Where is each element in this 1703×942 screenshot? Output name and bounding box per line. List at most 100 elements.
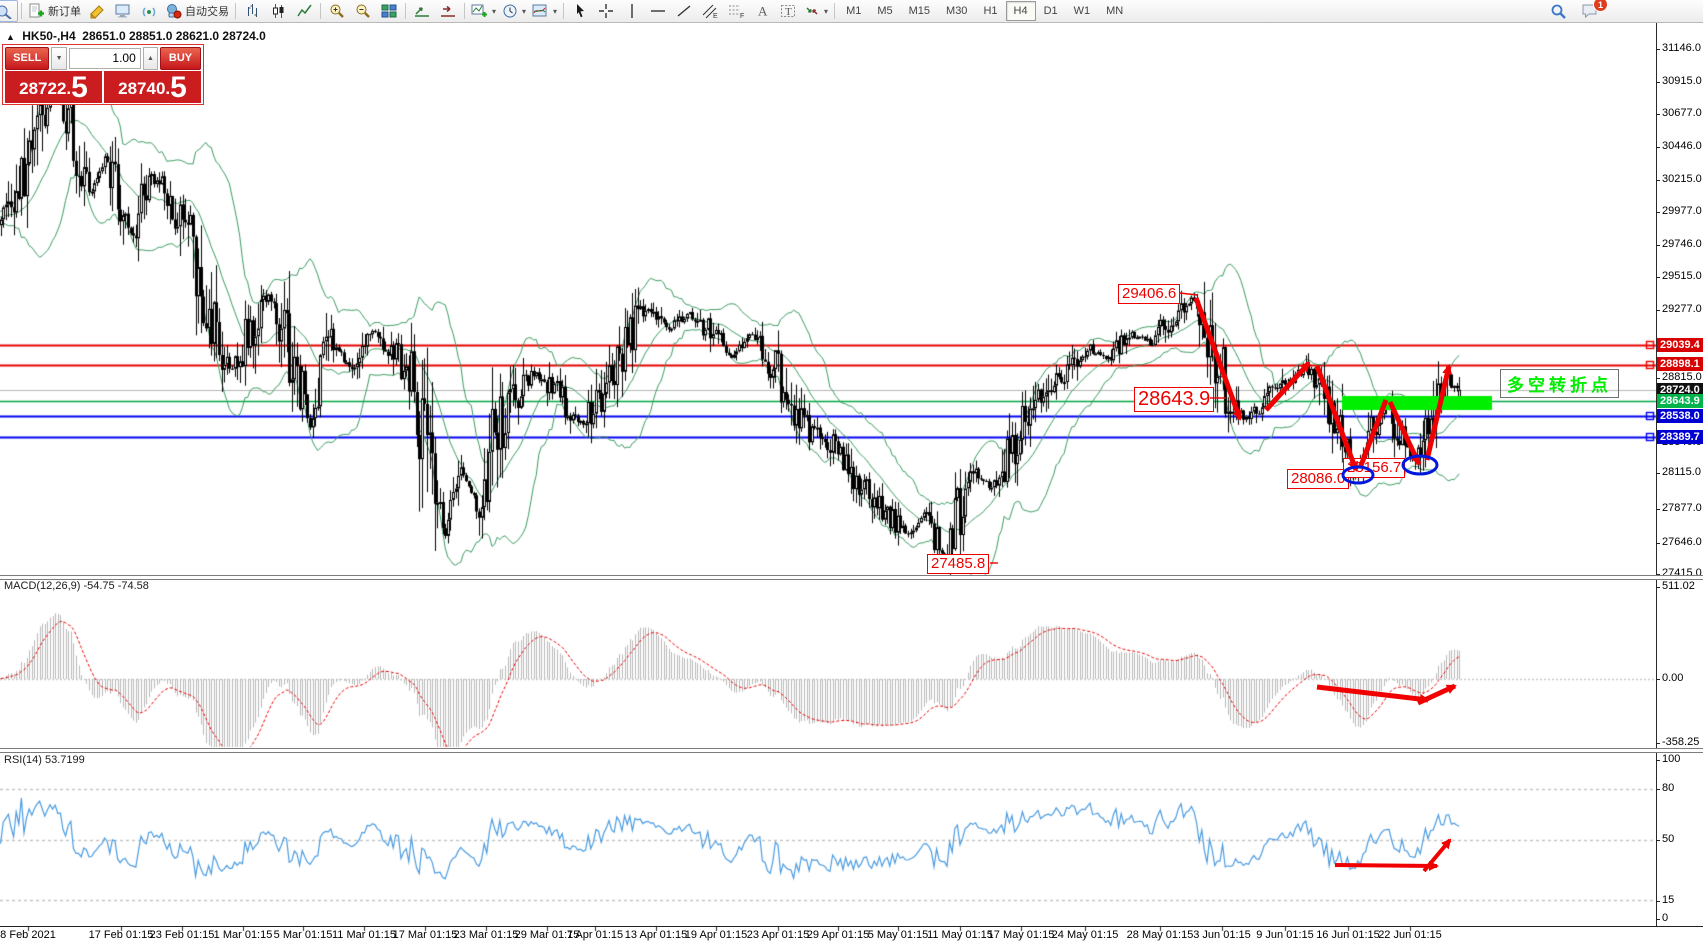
clipped-edge-icon[interactable] [0,0,18,22]
arrows-dropdown[interactable]: ▾ [801,0,831,22]
price-annotation-label[interactable]: 28156.7 [1343,458,1405,478]
candlestick-chart-button[interactable] [265,0,291,22]
macd-indicator-label: MACD(12,26,9) -54.75 -74.58 [4,580,149,592]
time-axis-label: 23 Feb 01:15 [150,929,215,941]
price-scale-label: 29515.0 [1662,270,1702,282]
time-axis-label: 24 May 01:15 [1052,929,1119,941]
one-click-trading-panel: SELL ▼ ▲ BUY 28722 . 5 28740 . 5 [2,44,204,105]
new-order-button[interactable]: 新订单 [25,0,84,22]
timeframe-d1[interactable]: D1 [1036,1,1066,21]
price-badge: 29039.4 [1657,338,1703,352]
scale-tick [1656,679,1660,680]
collapse-triangle-icon[interactable]: ▲ [6,32,15,42]
channel-icon: E [702,3,719,19]
price-scale-label: 30677.0 [1662,107,1702,119]
scale-tick [1656,919,1660,920]
text-label-icon: T [780,3,796,19]
bar-chart-button[interactable] [239,0,265,22]
macd-pane-splitter[interactable] [0,575,1703,580]
price-chart-canvas[interactable] [0,0,1703,942]
fibonacci-icon: F [728,3,745,19]
timeframe-w1[interactable]: W1 [1066,1,1099,21]
rsi-indicator-label: RSI(14) 53.7199 [4,754,85,766]
volume-increase-button[interactable]: ▲ [143,47,158,70]
volume-decrease-button[interactable]: ▼ [51,47,66,70]
line-chart-button[interactable] [291,0,317,22]
timeframe-m5[interactable]: M5 [869,1,900,21]
search-button[interactable] [1545,0,1571,22]
clock-icon [502,3,518,19]
crosshair-icon [598,3,614,19]
zoom-out-button[interactable] [350,0,376,22]
scale-tick [1656,743,1660,744]
new-order-icon [28,3,45,19]
timeframe-m1[interactable]: M1 [838,1,869,21]
terminal-icon [115,3,131,19]
text-label-button[interactable]: T [775,0,801,22]
text-icon: A [755,3,769,19]
zoom-in-icon [329,3,345,19]
sell-button[interactable]: SELL [5,47,49,70]
text-button[interactable]: A [749,0,775,22]
price-badge: 28898.1 [1657,357,1703,371]
terminal-button[interactable] [110,0,136,22]
sell-price-display[interactable]: 28722 . 5 [5,71,102,103]
rsi-scale-label: 15 [1662,894,1674,906]
vertical-line-button[interactable] [619,0,645,22]
horizontal-line-button[interactable] [645,0,671,22]
svg-text:A: A [758,4,768,19]
crosshair-button[interactable] [593,0,619,22]
rsi-pane-splitter[interactable] [0,748,1703,753]
time-axis-label: 11 May 01:15 [927,929,993,941]
period-dropdown[interactable]: ▾ [499,0,529,22]
macd-scale-label: 511.02 [1662,580,1695,592]
scale-tick [1656,840,1660,841]
cursor-icon [573,3,587,19]
timeframe-mn[interactable]: MN [1098,1,1131,21]
time-axis-border [0,926,1703,927]
buy-price-display[interactable]: 28740 . 5 [104,71,201,103]
note-text-box[interactable]: 多空转折点 [1500,369,1619,398]
candlestick-chart-icon [271,3,286,19]
zoom-in-button[interactable] [324,0,350,22]
trendline-button[interactable] [671,0,697,22]
signals-button[interactable] [136,0,162,22]
price-annotation-label[interactable]: 28643.9 [1134,387,1214,412]
time-axis-label: 1 Mar 01:15 [214,929,273,941]
time-axis-label: 9 Jun 01:15 [1256,929,1314,941]
tile-windows-button[interactable] [376,0,402,22]
auto-trading-button[interactable]: 自动交易 [162,0,232,22]
price-scale-label: 28115.0 [1662,466,1701,478]
templates-dropdown[interactable]: ▾ [529,0,560,22]
auto-trading-icon [165,3,182,19]
community-chat-button[interactable]: 1 [1577,0,1603,22]
price-scale-label: 29277.0 [1662,303,1702,315]
timeframe-h1[interactable]: H1 [975,1,1005,21]
price-scale-label: 30915.0 [1662,75,1702,87]
line-chart-icon [297,3,312,19]
metaeditor-button[interactable] [84,0,110,22]
timeframe-h4[interactable]: H4 [1006,1,1036,21]
auto-scroll-button[interactable] [409,0,435,22]
svg-text:F: F [740,13,744,19]
equidistant-channel-button[interactable]: E [697,0,723,22]
timeframe-m30[interactable]: M30 [938,1,975,21]
fibonacci-button[interactable]: F [723,0,749,22]
time-axis-label: 13 Apr 01:15 [625,929,687,941]
volume-input[interactable] [69,48,141,69]
time-axis-label: 8 Feb 2021 [0,929,56,941]
buy-button[interactable]: BUY [160,47,201,70]
scale-tick [1656,509,1660,510]
timeframe-m15[interactable]: M15 [901,1,938,21]
price-annotation-label[interactable]: 27485.8 [927,554,989,574]
scale-tick [1656,82,1660,83]
cursor-button[interactable] [567,0,593,22]
price-annotation-label[interactable]: 29406.6 [1118,284,1180,304]
scale-tick [1656,212,1660,213]
chart-shift-button[interactable] [435,0,461,22]
timeframe-strip: M1M5M15M30H1H4D1W1MN [838,1,1131,21]
time-axis-label: 19 Apr 01:15 [685,929,747,941]
scale-tick [1656,49,1660,50]
price-annotation-label[interactable]: 28086.0 [1287,469,1349,489]
new-chart-dropdown[interactable]: ▾ [468,0,499,22]
